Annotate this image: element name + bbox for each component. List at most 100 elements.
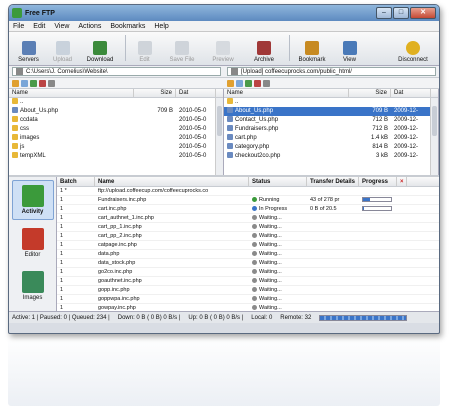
file-row[interactable]: cart.php 1.4 kB 2009-12- [224,134,438,143]
file-row[interactable]: About_Us.php 709 B 2009-12- [224,107,438,116]
local-file-list: .. About_Us.php 709 B 2010-05-0 ccdata 2010-0… [9,98,223,161]
file-row[interactable]: ccdata 2010-05-0 [9,116,223,125]
col-batch[interactable]: Batch [57,177,95,186]
col-name[interactable]: Name [9,89,134,97]
queue-row[interactable]: 1 catpage.inc.php Waiting... [57,241,439,250]
menu-help[interactable]: Help [154,23,168,30]
menu-actions[interactable]: Actions [78,23,101,30]
rename-icon[interactable] [48,79,55,87]
menu-bookmarks[interactable]: Bookmarks [110,23,145,30]
refresh-icon[interactable] [245,79,252,87]
images-tab[interactable]: Images [12,266,54,306]
queue-row[interactable]: 1 gowpay.inc.php Waiting... [57,304,439,311]
file-row[interactable]: About_Us.php 709 B 2010-05-0 [9,107,223,116]
view-button[interactable]: View [334,41,365,63]
menu-view[interactable]: View [54,23,69,30]
file-size: 712 B [372,117,388,123]
up-folder-icon[interactable] [227,79,234,87]
queue-file-name: cart_authnet_1.inc.php [98,215,154,221]
col-size[interactable]: Size [349,89,391,97]
maximize-button[interactable]: □ [393,7,409,19]
edit-button[interactable]: Edit [129,41,160,63]
col-size[interactable]: Size [134,89,176,97]
progress-fill [363,207,365,211]
bookmark-button[interactable]: Bookmark [293,41,331,63]
clear-queue-icon[interactable]: × [397,177,407,186]
scroll-thumb[interactable] [432,106,437,136]
file-size [134,116,176,125]
local-path-field[interactable]: C:\Users\J. Cornelius\Website\ [12,67,221,76]
folder-icon [12,152,18,159]
upload-icon [55,41,70,55]
queue-batch: 1 [60,278,64,284]
queue-row[interactable]: 1 goppwpa.inc.php Waiting... [57,295,439,304]
queue-status: Waiting... [259,287,282,293]
col-progress[interactable]: Progress [359,177,397,186]
queue-row[interactable]: 1 gopp.inc.php Waiting... [57,286,439,295]
menu-edit[interactable]: Edit [33,23,45,30]
preview-button[interactable]: Preview [204,41,242,63]
queue-status-cell: Waiting... [249,286,307,294]
queue-row[interactable]: 1 cart_pp_2.inc.php Waiting... [57,232,439,241]
delete-icon[interactable] [39,79,46,87]
queue-status-cell: Waiting... [249,268,307,276]
col-name[interactable]: Name [95,177,249,186]
file-name: Contact_Us.php [235,117,279,123]
file-row[interactable]: category.php 814 B 2009-12- [224,143,438,152]
queue-row[interactable]: 1 data.php Waiting... [57,250,439,259]
file-row[interactable]: checkout2co.php 3 kB 2009-12- [224,152,438,161]
up-folder-icon[interactable] [12,79,19,87]
new-folder-icon[interactable] [236,79,243,87]
col-status[interactable]: Status [249,177,307,186]
file-row[interactable]: Contact_Us.php 712 B 2009-12- [224,116,438,125]
file-row[interactable]: Fundraisers.php 712 B 2009-12- [224,125,438,134]
queue-row[interactable]: 1 cart_pp_1.inc.php Waiting... [57,223,439,232]
queue-transfer-details [307,295,359,303]
file-row[interactable]: .. [224,98,438,107]
servers-button[interactable]: Servers [13,41,44,63]
queue-row[interactable]: 1 cart.inc.php In Progress 0 B of 20.5 [57,205,439,214]
local-scrollbar[interactable] [215,98,223,175]
file-row[interactable]: js 2010-05-0 [9,143,223,152]
file-row[interactable]: images 2010-05-0 [9,134,223,143]
activity-tab[interactable]: Activity [11,180,54,220]
file-size [349,98,391,107]
queue-row[interactable]: 1 * ftp://upload.coffeecup.com/coffeecupr… [57,187,439,196]
folder-icon [227,98,233,105]
minimize-button[interactable]: – [376,7,392,19]
menu-file[interactable]: File [13,23,24,30]
col-name[interactable]: Name [224,89,349,97]
scroll-thumb[interactable] [217,106,222,136]
queue-row[interactable]: 1 Fundraisers.inc.php Running 43 of 278 pr [57,196,439,205]
refresh-icon[interactable] [30,79,37,87]
archive-button[interactable]: Archive [245,41,283,63]
col-date[interactable]: Dat [391,89,431,97]
queue-row[interactable]: 1 goauthnet.inc.php Waiting... [57,277,439,286]
file-row[interactable]: css 2010-05-0 [9,125,223,134]
status-icon [252,197,257,203]
new-folder-icon[interactable] [21,79,28,87]
queue-row[interactable]: 1 go2co.inc.php Waiting... [57,268,439,277]
transfer-queue: Batch Name Status Transfer Details Progr… [57,177,439,311]
disconnect-button[interactable]: Disconnect [394,41,432,63]
editor-tab[interactable]: Editor [12,223,54,263]
close-button[interactable]: ✕ [410,7,436,19]
save-file-button[interactable]: Save File [163,41,201,63]
file-row[interactable]: tempXML 2010-05-0 [9,152,223,161]
rename-icon[interactable] [263,79,270,87]
col-date[interactable]: Dat [176,89,216,97]
queue-file-name: Fundraisers.inc.php [98,197,147,203]
preview-icon [216,41,230,55]
col-transfer-details[interactable]: Transfer Details [307,177,359,186]
download-button[interactable]: Download [81,41,119,63]
queue-status: Waiting... [259,251,282,257]
upload-button[interactable]: Upload [47,41,78,63]
remote-path-field[interactable]: [Upload] coffeecuprocks.com/public_html/ [227,67,436,76]
status-icon [252,242,257,248]
queue-row[interactable]: 1 data_stock.php Waiting... [57,259,439,268]
delete-icon[interactable] [254,79,261,87]
file-row[interactable]: .. [9,98,223,107]
remote-scrollbar[interactable] [430,98,438,175]
queue-row[interactable]: 1 cart_authnet_1.inc.php Waiting... [57,214,439,223]
file-size: 814 B [372,144,388,150]
